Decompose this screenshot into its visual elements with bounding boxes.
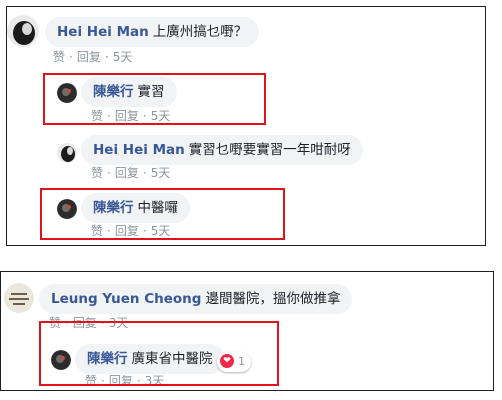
highlight-box [39, 321, 279, 386]
like-link[interactable]: 赞 [91, 166, 103, 180]
highlight-box [43, 73, 266, 125]
comment-thread-2: Leung Yuen Cheong 邊間醫院，搵你做推拿 赞 · 回复 · 3天 陳樂行廣… [0, 271, 494, 391]
reply-link[interactable]: 回复 [77, 50, 101, 64]
avatar-image [4, 283, 34, 313]
highlight-box [40, 188, 285, 240]
avatar-image [7, 15, 39, 47]
avatar-image [57, 143, 77, 163]
comment-author[interactable]: Leung Yuen Cheong [51, 291, 201, 307]
reply-actions: 赞 · 回复 · 5天 [91, 166, 171, 180]
reply-author[interactable]: Hei Hei Man [93, 142, 185, 158]
comment-bubble: Leung Yuen Cheong 邊間醫院，搵你做推拿 [39, 284, 353, 314]
comment-text: 上廣州搞乜嘢？ [152, 24, 248, 40]
comment-text: 邊間醫院，搵你做推拿 [205, 291, 341, 307]
avatar[interactable] [4, 283, 34, 313]
timestamp[interactable]: 5天 [113, 50, 133, 64]
comment-bubble: Hei Hei Man 上廣州搞乜嘢？ [45, 17, 260, 47]
reply-text: 實習乜嘢要實習一年咁耐呀 [188, 142, 351, 158]
avatar[interactable] [57, 143, 77, 163]
comment-thread-1: Hei Hei Man 上廣州搞乜嘢？ 赞 · 回复 · 5天 陳樂行 實習 赞 · 回复 · 5天… [6, 6, 486, 246]
reply-link[interactable]: 回复 [115, 166, 139, 180]
comment-author[interactable]: Hei Hei Man [57, 24, 149, 40]
avatar[interactable] [7, 15, 39, 47]
comment-actions: 赞 · 回复 · 5天 [53, 50, 133, 64]
like-link[interactable]: 赞 [53, 50, 65, 64]
timestamp[interactable]: 5天 [151, 166, 171, 180]
reply-bubble: Hei Hei Man 實習乜嘢要實習一年咁耐呀 [81, 135, 363, 165]
